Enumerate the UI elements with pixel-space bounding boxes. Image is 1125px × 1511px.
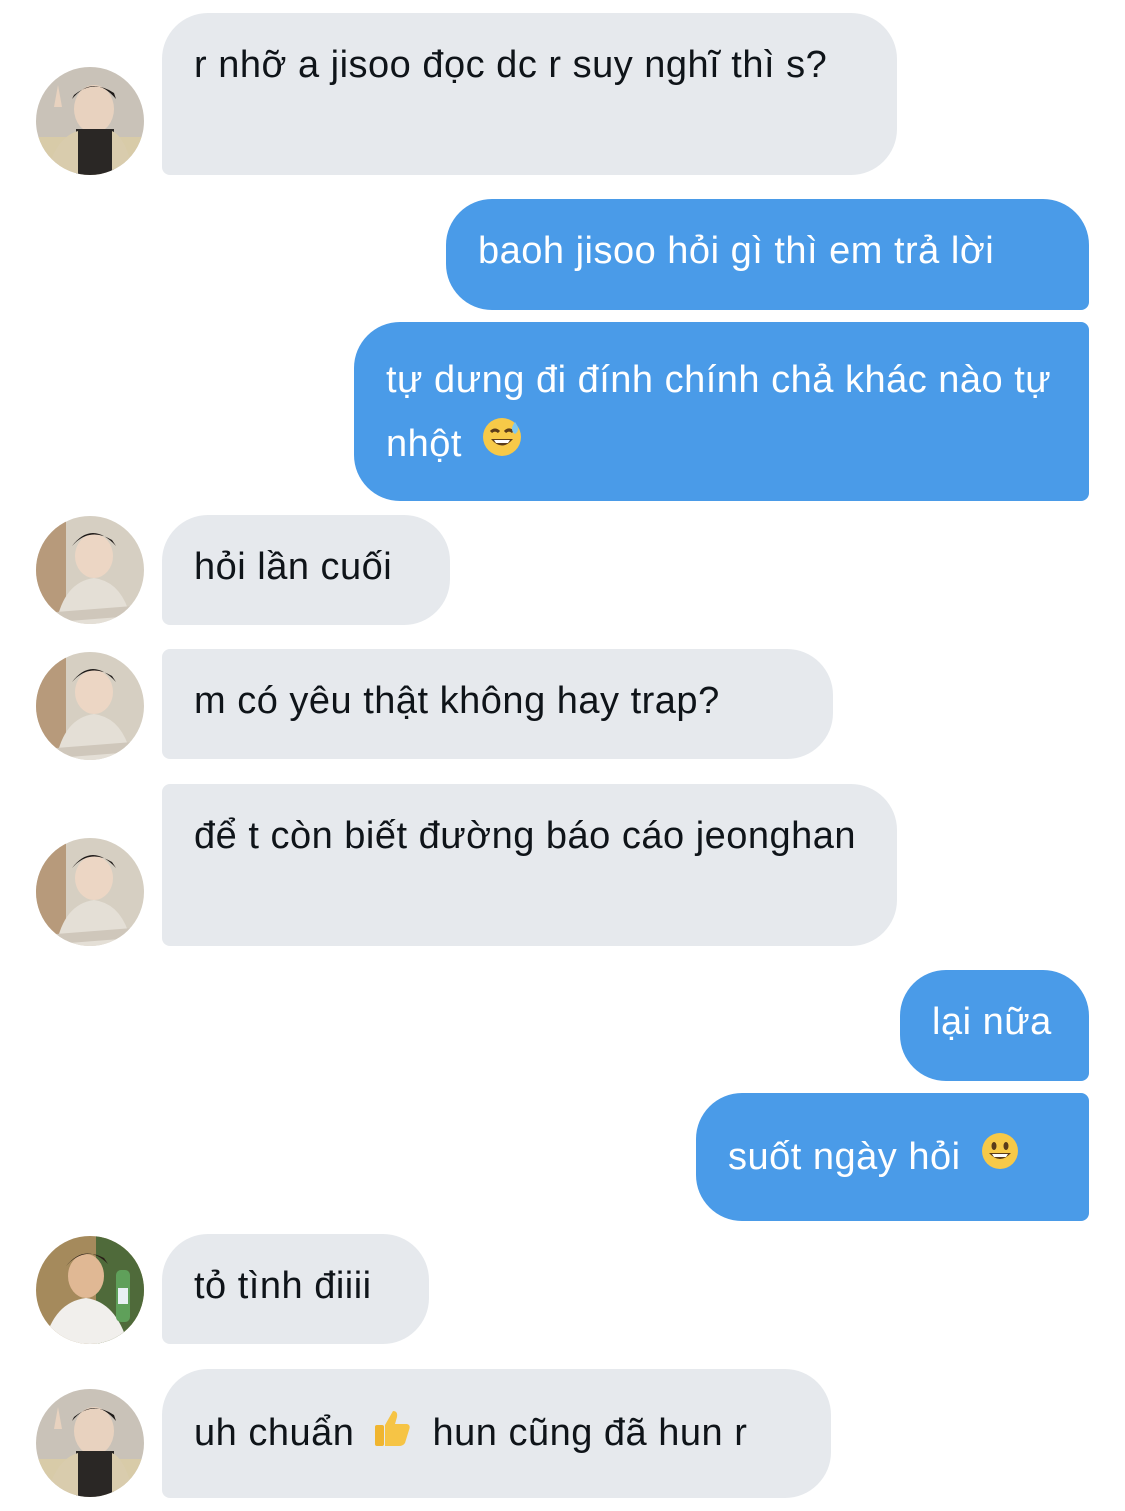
message-bubble-outgoing[interactable]: tự dưng đi đính chính chả khác nào tự nh…	[354, 322, 1089, 501]
message-text: uh chuẩn	[194, 1412, 355, 1455]
message-bubble-incoming[interactable]: tỏ tình điiii	[162, 1234, 429, 1344]
message-bubble-outgoing[interactable]: baoh jisoo hỏi gì thì em trả lời	[446, 199, 1089, 310]
avatar-2[interactable]	[36, 516, 144, 624]
avatar-3[interactable]	[36, 1236, 144, 1344]
message-text: suốt ngày hỏi	[728, 1136, 961, 1178]
message-bubble-outgoing[interactable]: suốt ngày hỏi	[696, 1093, 1089, 1221]
message-bubble-incoming[interactable]: hỏi lần cuối	[162, 515, 450, 625]
message-bubble-incoming[interactable]: m có yêu thật không hay trap?	[162, 649, 833, 759]
message-text: để t còn biết đường báo cáo jeonghan	[194, 815, 857, 857]
grinning-emoji	[980, 1121, 1020, 1197]
avatar-2[interactable]	[36, 652, 144, 760]
avatar-1[interactable]	[36, 67, 144, 175]
message-bubble-incoming[interactable]: để t còn biết đường báo cáo jeonghan	[162, 784, 897, 946]
avatar-2[interactable]	[36, 838, 144, 946]
message-text: lại nữa	[932, 1001, 1052, 1043]
message-text: m có yêu thật không hay trap?	[194, 680, 720, 722]
message-text-after: hun cũng đã hun r	[432, 1412, 748, 1455]
thumbs-up-emoji	[371, 1407, 413, 1463]
message-bubble-incoming[interactable]: uh chuẩn hun cũng đã hun r	[162, 1369, 831, 1498]
avatar-1[interactable]	[36, 1389, 144, 1497]
message-text: r nhỡ a jisoo đọc dc r suy nghĩ thì s?	[194, 44, 828, 86]
message-bubble-outgoing[interactable]: lại nữa	[900, 970, 1089, 1081]
message-bubble-incoming[interactable]: r nhỡ a jisoo đọc dc r suy nghĩ thì s?	[162, 13, 897, 175]
message-text: baoh jisoo hỏi gì thì em trả lời	[478, 230, 995, 272]
message-text: hỏi lần cuối	[194, 546, 393, 588]
message-text: tỏ tình điiii	[194, 1265, 372, 1307]
grinning-sweat-emoji	[481, 414, 523, 478]
